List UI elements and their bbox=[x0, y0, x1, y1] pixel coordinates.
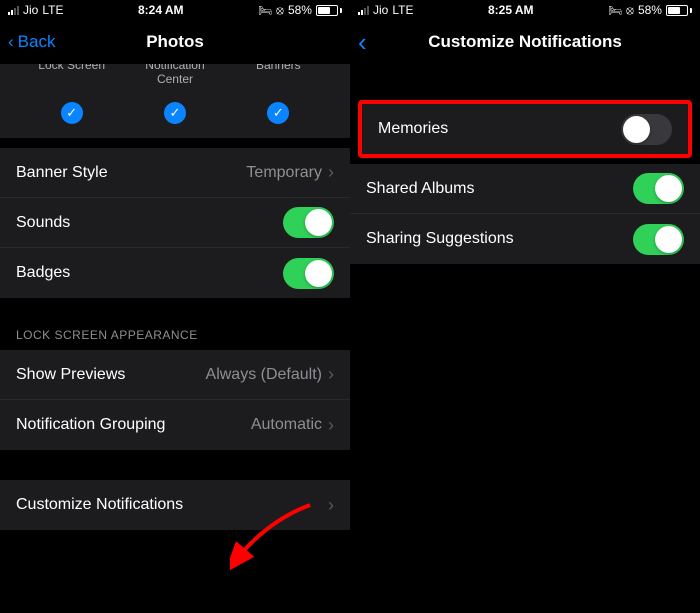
chevron-right-icon: › bbox=[328, 495, 334, 516]
badges-toggle[interactable] bbox=[283, 258, 334, 289]
badges-label: Badges bbox=[16, 264, 70, 282]
show-previews-cell[interactable]: Show Previews Always (Default) › bbox=[0, 350, 350, 400]
alert-banners-checkbox[interactable]: ✓ bbox=[267, 102, 289, 124]
bed-icon: 🛏 bbox=[258, 4, 272, 17]
memories-toggle[interactable] bbox=[621, 114, 672, 145]
sounds-cell: Sounds bbox=[0, 198, 350, 248]
customize-notifications-cell[interactable]: Customize Notifications › bbox=[0, 480, 350, 530]
battery-percent: 58% bbox=[288, 3, 312, 17]
status-bar: Jio LTE 8:25 AM 🛏 ⦻ 58% bbox=[350, 0, 700, 20]
nav-bar: ‹ Back Photos bbox=[0, 20, 350, 64]
network-label: LTE bbox=[392, 3, 413, 17]
alert-center-checkbox[interactable]: ✓ bbox=[164, 102, 186, 124]
notification-grouping-cell[interactable]: Notification Grouping Automatic › bbox=[0, 400, 350, 450]
back-button[interactable]: ‹ bbox=[358, 27, 367, 58]
banner-style-cell[interactable]: Banner Style Temporary › bbox=[0, 148, 350, 198]
signal-icon bbox=[358, 5, 369, 15]
show-previews-label: Show Previews bbox=[16, 366, 125, 384]
banner-style-label: Banner Style bbox=[16, 164, 108, 182]
battery-icon bbox=[316, 5, 342, 16]
battery-icon bbox=[666, 5, 692, 16]
nav-bar: ‹ Customize Notifications bbox=[350, 20, 700, 64]
alert-center-label: Notification Center bbox=[130, 64, 220, 86]
signal-icon bbox=[8, 5, 19, 15]
banner-style-value: Temporary bbox=[246, 164, 322, 182]
sharing-suggestions-label: Sharing Suggestions bbox=[366, 230, 514, 248]
carrier-label: Jio bbox=[23, 3, 38, 17]
shared-albums-label: Shared Albums bbox=[366, 180, 475, 198]
back-button[interactable]: ‹ Back bbox=[8, 32, 55, 52]
phone-left: Jio LTE 8:24 AM 🛏 ⦻ 58% ‹ Back Photos Lo… bbox=[0, 0, 350, 613]
shared-albums-toggle[interactable] bbox=[633, 173, 684, 204]
badges-cell: Badges bbox=[0, 248, 350, 298]
highlight-annotation: Memories bbox=[358, 100, 692, 158]
alert-types-row: Lock Screen Notification Center Banners bbox=[0, 64, 350, 96]
back-label: Back bbox=[18, 32, 56, 52]
alert-banners-label: Banners bbox=[233, 64, 323, 86]
orientation-lock-icon: ⦻ bbox=[626, 3, 634, 18]
section-header-lsa: LOCK SCREEN APPEARANCE bbox=[0, 328, 350, 350]
chevron-left-icon: ‹ bbox=[8, 32, 14, 52]
chevron-left-icon: ‹ bbox=[358, 27, 367, 58]
notification-grouping-value: Automatic bbox=[251, 416, 322, 434]
chevron-right-icon: › bbox=[328, 364, 334, 385]
orientation-lock-icon: ⦻ bbox=[276, 3, 284, 18]
network-label: LTE bbox=[42, 3, 63, 17]
notification-grouping-label: Notification Grouping bbox=[16, 416, 165, 434]
sharing-suggestions-cell: Sharing Suggestions bbox=[350, 214, 700, 264]
alert-lockscreen-checkbox[interactable]: ✓ bbox=[61, 102, 83, 124]
status-time: 8:24 AM bbox=[138, 3, 184, 17]
chevron-right-icon: › bbox=[328, 415, 334, 436]
sounds-toggle[interactable] bbox=[283, 207, 334, 238]
battery-percent: 58% bbox=[638, 3, 662, 17]
carrier-label: Jio bbox=[373, 3, 388, 17]
phone-right: Jio LTE 8:25 AM 🛏 ⦻ 58% ‹ Customize Noti… bbox=[350, 0, 700, 613]
alert-lockscreen-label: Lock Screen bbox=[27, 64, 117, 86]
sounds-label: Sounds bbox=[16, 214, 70, 232]
sharing-suggestions-toggle[interactable] bbox=[633, 224, 684, 255]
shared-albums-cell: Shared Albums bbox=[350, 164, 700, 214]
status-bar: Jio LTE 8:24 AM 🛏 ⦻ 58% bbox=[0, 0, 350, 20]
show-previews-value: Always (Default) bbox=[206, 366, 322, 384]
page-title: Customize Notifications bbox=[428, 32, 622, 52]
memories-cell: Memories bbox=[362, 104, 688, 154]
memories-label: Memories bbox=[378, 120, 448, 138]
chevron-right-icon: › bbox=[328, 162, 334, 183]
status-time: 8:25 AM bbox=[488, 3, 534, 17]
bed-icon: 🛏 bbox=[608, 4, 622, 17]
page-title: Photos bbox=[146, 32, 204, 52]
customize-notifications-label: Customize Notifications bbox=[16, 496, 183, 514]
